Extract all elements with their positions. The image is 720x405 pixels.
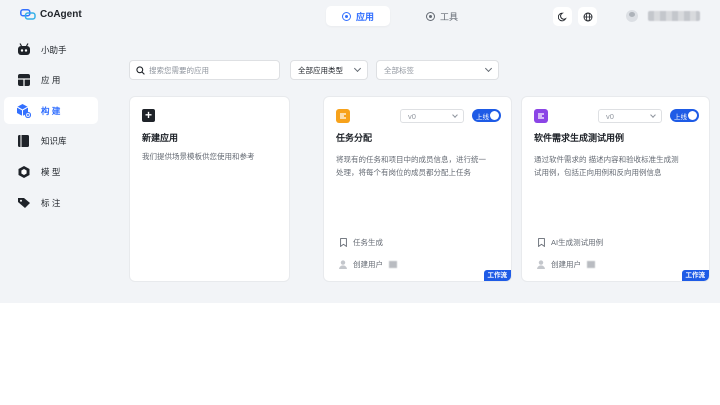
sidebar-item-apps[interactable]: 应 用 xyxy=(4,66,98,93)
top-tabs: 应用 工具 xyxy=(326,6,474,26)
tab-apps[interactable]: 应用 xyxy=(326,6,391,26)
app-tag-label: AI生成测试用例 xyxy=(551,238,604,247)
online-toggle[interactable]: 上线 xyxy=(670,109,699,122)
brand-logo[interactable]: CoAgent xyxy=(20,9,82,20)
app-creator: 创建用户 xyxy=(537,259,595,270)
sidebar-item-label: 知识库 xyxy=(41,135,67,146)
globe-icon xyxy=(583,12,592,21)
workflow-badge: 工作流 xyxy=(483,270,511,281)
app-type-select[interactable]: 全部应用类型 xyxy=(290,60,368,80)
search-icon xyxy=(136,65,145,75)
app-desc: 通过软件需求的 描述内容和验收标准生成测 试用例，包括正向用例和反向用例信息 xyxy=(534,153,706,179)
moon-icon xyxy=(557,12,567,21)
version-select[interactable]: v0 xyxy=(400,109,464,123)
user-name-redacted xyxy=(648,11,700,21)
creator-name-redacted xyxy=(587,261,595,268)
app-type-value: 全部应用类型 xyxy=(298,65,343,75)
tab-tools-label: 工具 xyxy=(440,11,459,22)
app-title: 任务分配 xyxy=(336,133,373,143)
app-desc-line: 处理，将每个有岗位的成员都分配上任务 xyxy=(336,168,471,177)
online-label: 上线 xyxy=(476,113,489,121)
app-desc: 将现有的任务和项目中的成员信息，进行统一 处理，将每个有岗位的成员都分配上任务 xyxy=(336,153,508,179)
book-icon xyxy=(16,133,31,148)
tab-apps-label: 应用 xyxy=(356,11,375,22)
language-button[interactable] xyxy=(578,7,597,26)
cube-icon xyxy=(16,72,31,87)
app-desc-line: 通过软件需求的 描述内容和验收标准生成测 xyxy=(534,155,679,164)
radio-dot-icon xyxy=(426,11,436,21)
tag-select[interactable]: 全部标签 xyxy=(376,60,499,80)
app-tag-label: 任务生成 xyxy=(353,238,383,247)
logo-icon xyxy=(20,9,36,20)
version-value: v0 xyxy=(408,111,416,121)
user-icon xyxy=(537,260,545,269)
app-card[interactable]: v0 上线 任务分配 将现有的任务和项目中的成员信息，进行统一 处理，将每个有岗… xyxy=(323,96,512,282)
sidebar-item-assistant[interactable]: 小助手 xyxy=(4,36,98,63)
brand-name: CoAgent xyxy=(40,9,82,20)
sidebar-item-label: 构 建 xyxy=(41,105,61,116)
new-app-card[interactable]: + 新建应用 我们提供场景模板供您使用和参考 ⟶ xyxy=(129,96,290,282)
app-icon xyxy=(336,109,350,123)
theme-toggle-button[interactable] xyxy=(553,7,572,26)
creator-label: 创建用户 xyxy=(551,260,581,269)
search-box[interactable] xyxy=(129,60,280,80)
app-tag: 任务生成 xyxy=(339,237,383,248)
bookmark-icon xyxy=(339,238,347,247)
sidebar-item-labeling[interactable]: 标 注 xyxy=(4,189,98,216)
app-desc-line: 将现有的任务和项目中的成员信息，进行统一 xyxy=(336,155,486,164)
app-title: 软件需求生成测试用例 xyxy=(534,133,625,143)
model-icon xyxy=(16,164,31,179)
app-creator: 创建用户 xyxy=(339,259,397,270)
online-toggle[interactable]: 上线 xyxy=(472,109,501,122)
sidebar-item-models[interactable]: 模 型 xyxy=(4,158,98,185)
app-icon xyxy=(534,109,548,123)
tab-tools[interactable]: 工具 xyxy=(410,6,474,26)
app-card[interactable]: v0 上线 软件需求生成测试用例 通过软件需求的 描述内容和验收标准生成测 试用… xyxy=(521,96,710,282)
user-menu[interactable] xyxy=(626,10,700,22)
online-label: 上线 xyxy=(674,113,687,121)
chevron-down-icon xyxy=(650,112,656,118)
new-app-title: 新建应用 xyxy=(142,133,179,143)
robot-icon xyxy=(16,42,31,57)
build-icon xyxy=(16,103,31,118)
creator-label: 创建用户 xyxy=(353,260,383,269)
sidebar: 小助手 应 用 构 建 知识库 模 型 标 注 xyxy=(0,34,104,303)
sidebar-item-label: 标 注 xyxy=(41,197,61,208)
chevron-down-icon xyxy=(452,112,458,118)
app-tag: AI生成测试用例 xyxy=(537,237,603,248)
version-select[interactable]: v0 xyxy=(598,109,662,123)
search-input[interactable] xyxy=(149,65,274,75)
tag-icon xyxy=(16,195,31,210)
creator-name-redacted xyxy=(389,261,397,268)
plus-icon: + xyxy=(142,109,155,122)
sidebar-item-label: 小助手 xyxy=(41,44,67,55)
sidebar-item-label: 应 用 xyxy=(41,74,61,85)
tag-select-value: 全部标签 xyxy=(384,65,414,75)
chevron-down-icon xyxy=(353,64,362,73)
chevron-down-icon xyxy=(484,64,493,73)
avatar xyxy=(626,10,638,22)
bookmark-icon xyxy=(537,238,545,247)
radio-dot-icon xyxy=(342,11,351,21)
top-bar: CoAgent 应用 工具 xyxy=(0,0,720,34)
workflow-badge: 工作流 xyxy=(681,270,709,281)
sidebar-item-label: 模 型 xyxy=(41,166,61,177)
version-value: v0 xyxy=(606,111,614,121)
sidebar-item-build[interactable]: 构 建 xyxy=(4,97,98,124)
new-app-desc: 我们提供场景模板供您使用和参考 xyxy=(142,152,255,161)
sidebar-item-knowledge[interactable]: 知识库 xyxy=(4,127,98,154)
user-icon xyxy=(339,260,347,269)
app-shell: CoAgent 应用 工具 小助手 应 用 构 建 知识库 模 型 标 注 搜索… xyxy=(0,0,720,303)
app-desc-line: 试用例，包括正向用例和反向用例信息 xyxy=(534,168,662,177)
top-icons xyxy=(553,7,597,26)
